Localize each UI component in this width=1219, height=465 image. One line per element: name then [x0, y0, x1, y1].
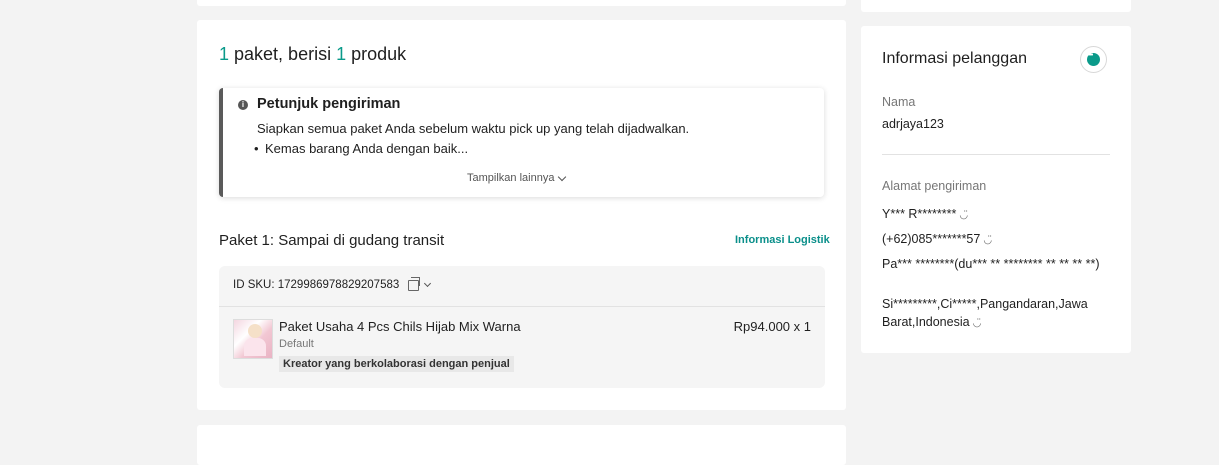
customer-info-title: Informasi pelanggan: [882, 50, 1027, 67]
package-status: Paket 1: Sampai di gudang transit: [219, 232, 445, 249]
chevron-down-icon: [558, 172, 567, 181]
address-label: Alamat pengiriman: [882, 179, 987, 193]
eye-closed-icon[interactable]: ◡̈: [983, 235, 992, 246]
recipient-text: Y*** R********: [882, 207, 957, 221]
chat-button[interactable]: [1080, 46, 1107, 73]
recipient-phone: (+62)085*******57 ◡̈: [882, 230, 1107, 250]
package-label: paket, berisi: [229, 44, 337, 64]
previous-card: [197, 0, 846, 6]
copy-icon[interactable]: [408, 276, 421, 291]
product-label: produk: [346, 44, 407, 64]
collab-badge: Kreator yang berkolaborasi dengan penjua…: [279, 356, 514, 372]
divider: [882, 154, 1110, 155]
chat-bubble-icon: [1087, 52, 1100, 66]
hint-title: Petunjuk pengiriman: [257, 96, 401, 112]
product-thumbnail: [233, 319, 273, 359]
name-label: Nama: [882, 95, 916, 109]
eye-closed-icon[interactable]: ◡̈: [973, 318, 982, 329]
product-variant: Default: [279, 338, 314, 350]
show-more-button[interactable]: Tampilkan lainnya: [467, 172, 567, 184]
product-count: 1: [336, 44, 347, 64]
customer-info-card: Informasi pelanggan Nama adrjaya123 Alam…: [861, 26, 1131, 353]
hint-text: Siapkan semua paket Anda sebelum waktu p…: [257, 121, 690, 136]
eye-closed-icon[interactable]: ◡̈: [959, 210, 968, 221]
hint-bullet: Kemas barang Anda dengan baik...: [254, 141, 468, 156]
shipping-hint-box: i Petunjuk pengiriman Siapkan semua pake…: [219, 88, 824, 197]
chevron-down-icon[interactable]: [424, 279, 432, 288]
recipient-name: Y*** R******** ◡̈: [882, 205, 1107, 225]
phone-text: (+62)085*******57: [882, 232, 981, 246]
sku-text: ID SKU: 1729986978829207583: [233, 279, 400, 291]
sku-row: ID SKU: 1729986978829207583: [233, 276, 432, 291]
logistics-info-link[interactable]: Informasi Logistik: [735, 234, 830, 246]
next-card: [197, 425, 846, 465]
address-region: Si*********,Ci*****,Pangandaran,Jawa Bar…: [882, 295, 1107, 333]
region-text: Si*********,Ci*****,Pangandaran,Jawa Bar…: [882, 297, 1088, 329]
previous-side-card: [861, 0, 1131, 12]
name-value: adrjaya123: [882, 117, 944, 131]
address-line: Pa*** ********(du*** ** ******** ** ** *…: [882, 257, 1100, 271]
product-name: Paket Usaha 4 Pcs Chils Hijab Mix Warna: [279, 319, 521, 334]
package-card: 1 paket, berisi 1 produk i Petunjuk peng…: [197, 20, 846, 410]
product-box: ID SKU: 1729986978829207583 Paket Usaha …: [219, 266, 825, 388]
show-more-label: Tampilkan lainnya: [467, 172, 555, 184]
info-icon: i: [238, 100, 248, 110]
divider: [219, 306, 825, 307]
product-price: Rp94.000 x 1: [733, 319, 811, 334]
package-count: 1: [219, 44, 230, 64]
package-summary-title: 1 paket, berisi 1 produk: [219, 44, 406, 65]
